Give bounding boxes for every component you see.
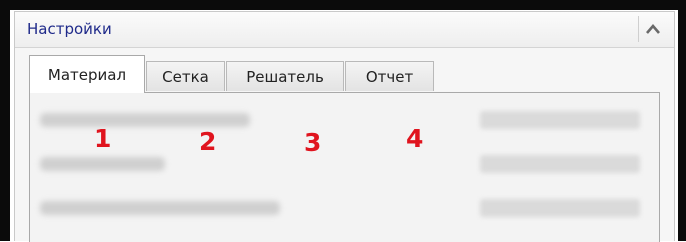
blurred-field [480, 111, 640, 129]
settings-panel: Настройки Материал Сетка Решатель Отчет [14, 11, 675, 242]
tab-number-3: 3 [304, 128, 322, 157]
chevron-up-icon [645, 24, 660, 34]
tab-solver[interactable]: Решатель [226, 61, 344, 91]
blurred-field [480, 199, 640, 217]
blurred-label [40, 201, 280, 215]
tab-number-1: 1 [94, 124, 112, 153]
tab-number-2: 2 [199, 127, 217, 156]
tab-report-label: Отчет [365, 67, 414, 86]
tab-material-label: Материал [47, 65, 127, 84]
tab-solver-label: Решатель [246, 67, 324, 86]
tabs-container: Материал Сетка Решатель Отчет [29, 55, 660, 242]
tab-number-4: 4 [406, 124, 424, 153]
blurred-label [40, 113, 250, 127]
tab-material[interactable]: Материал [29, 55, 145, 93]
tab-report[interactable]: Отчет [345, 61, 434, 91]
panel-header: Настройки [15, 12, 674, 48]
blurred-label [40, 157, 165, 171]
tab-mesh-label: Сетка [162, 67, 209, 86]
collapse-button[interactable] [638, 16, 666, 42]
panel-title: Настройки [27, 20, 112, 38]
tab-content [29, 92, 660, 242]
blurred-field [480, 155, 640, 173]
tab-mesh[interactable]: Сетка [146, 61, 225, 91]
tab-strip: Материал Сетка Решатель Отчет [29, 55, 660, 93]
